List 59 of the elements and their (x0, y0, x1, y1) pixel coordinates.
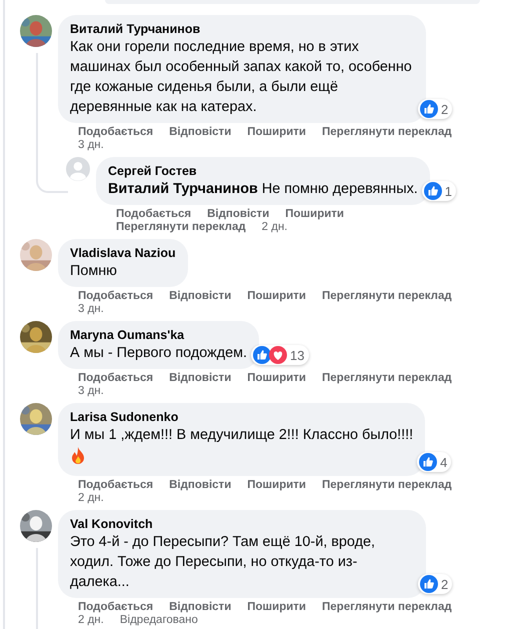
comment-action-link[interactable]: Поширити (285, 208, 344, 221)
reaction-badge[interactable]: 1 (422, 181, 456, 201)
thumbs-up-icon (253, 346, 272, 364)
reaction-count: 1 (444, 184, 452, 198)
comment-action-link[interactable]: Поширити (247, 372, 306, 385)
comment-text: Это 4-й - до Пересыпи? Там ещё 10-й, вроде, ходил. Тоже до Пересыпи, но откуда-то из-далека... (70, 533, 376, 592)
timestamp[interactable]: 3 дн. (78, 303, 104, 316)
comment-text: А мы - Первого подождем. (70, 344, 248, 363)
timestamp[interactable]: 2 дн. (78, 492, 104, 505)
fire-icon (70, 447, 86, 465)
thumbs-up-icon (419, 453, 438, 471)
comment-text: И мы 1 ,ждем!!! В медучилище 2!!! Классно было!!!! (70, 426, 414, 445)
comment-action-link[interactable]: Переглянути переклад (322, 290, 452, 303)
author-name[interactable]: Vladislava Naziou (70, 246, 176, 261)
comment-action-link[interactable]: Поширити (247, 601, 306, 614)
thumbs-up-icon (420, 100, 438, 118)
comment-action-link[interactable]: Переглянути переклад (322, 601, 452, 614)
comment-action-link[interactable]: Подобається (78, 372, 154, 385)
reaction-badge[interactable]: 13 (251, 345, 308, 365)
comment-action-link[interactable]: Подобається (116, 208, 192, 221)
timestamp[interactable]: 2 дн. (78, 614, 104, 627)
comment-action-link[interactable]: Подобається (78, 601, 154, 614)
author-name[interactable]: Larisa Sudonenko (70, 410, 414, 425)
reaction-badge[interactable]: 2 (418, 574, 452, 594)
author-name[interactable]: Виталий Турчанинов (70, 22, 414, 37)
comment-text: Виталий Турчанинов Не помню деревянных. (108, 180, 418, 199)
comment-action-link[interactable]: Переглянути переклад (322, 479, 452, 492)
comment-action-link[interactable]: Відповісти (169, 479, 232, 492)
reaction-badge[interactable]: 2 (418, 99, 452, 119)
comment-action-link[interactable]: Переглянути переклад (322, 126, 452, 139)
timestamp[interactable]: 3 дн. (78, 385, 104, 398)
timestamp[interactable]: 2 дн. (262, 221, 288, 234)
comment-action-link[interactable]: Поширити (247, 290, 306, 303)
comment-action-link[interactable]: Переглянути переклад (322, 372, 452, 385)
comment-text: Как они горели последние время, но в этих машинах был особенный запах какой то, особенно где кожаные сиденья были, а были ещё деревянные как на катерах. (70, 38, 413, 117)
comment-action-link[interactable]: Поширити (247, 479, 306, 492)
thumbs-up-icon (424, 182, 442, 200)
comment-action-link[interactable]: Відповісти (207, 208, 270, 221)
author-name[interactable]: Val Konovitch (70, 517, 414, 532)
comment-action-link[interactable]: Відповісти (169, 126, 232, 139)
reaction-badge[interactable]: 4 (417, 452, 452, 472)
comment-action-link[interactable]: Подобається (78, 290, 154, 303)
comment-action-link[interactable]: Подобається (78, 479, 154, 492)
comment-action-link[interactable]: Переглянути переклад (116, 221, 246, 234)
comment-action-link[interactable]: Відповісти (169, 372, 232, 385)
author-name[interactable]: Maryna Oumans'ka (70, 328, 248, 343)
timestamp[interactable]: 3 дн. (78, 139, 104, 152)
edited-label: Відредаговано (120, 614, 198, 627)
reaction-count: 4 (440, 454, 448, 470)
author-name[interactable]: Сергей Гостев (108, 164, 418, 179)
reaction-count: 13 (290, 348, 304, 362)
comment-action-link[interactable]: Поширити (247, 126, 306, 139)
comment-action-link[interactable]: Відповісти (169, 601, 232, 614)
comment-action-link[interactable]: Відповісти (169, 290, 232, 303)
comment-text: Помню (70, 262, 118, 281)
comment-action-link[interactable]: Подобається (78, 126, 154, 139)
reaction-count: 2 (441, 102, 448, 116)
reaction-count: 2 (441, 576, 448, 592)
thumbs-up-icon (420, 575, 438, 593)
